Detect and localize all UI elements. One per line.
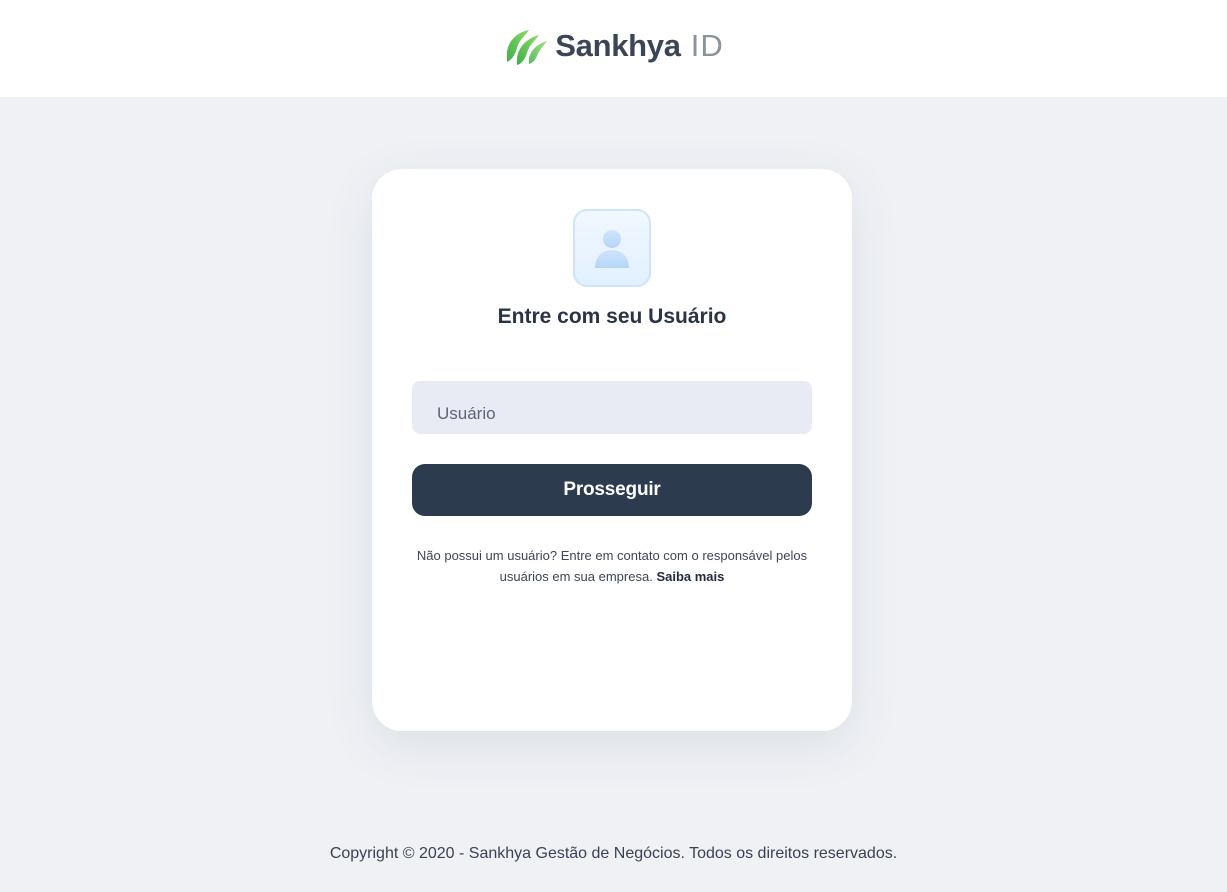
- username-field-wrapper: [412, 381, 812, 434]
- saiba-mais-link[interactable]: Saiba mais: [656, 569, 724, 584]
- help-text: Não possui um usuário? Entre em contato …: [412, 545, 812, 587]
- copyright-footer: Copyright © 2020 - Sankhya Gestão de Neg…: [329, 845, 898, 862]
- login-card: Entre com seu Usuário Prosseguir Não pos…: [372, 169, 852, 731]
- avatar: [573, 209, 651, 287]
- top-header: Sankhya ID: [0, 0, 1227, 97]
- prosseguir-button[interactable]: Prosseguir: [412, 464, 812, 516]
- sankhya-leaf-icon: [507, 29, 548, 65]
- username-input[interactable]: [412, 381, 812, 434]
- brand-suffix: ID: [690, 27, 724, 63]
- user-avatar-icon: [595, 230, 629, 268]
- brand-name: Sankhya: [555, 27, 681, 63]
- login-heading: Entre com seu Usuário: [497, 305, 727, 328]
- help-message: Não possui um usuário? Entre em contato …: [416, 548, 808, 584]
- sankhya-id-logo[interactable]: Sankhya ID: [503, 26, 723, 66]
